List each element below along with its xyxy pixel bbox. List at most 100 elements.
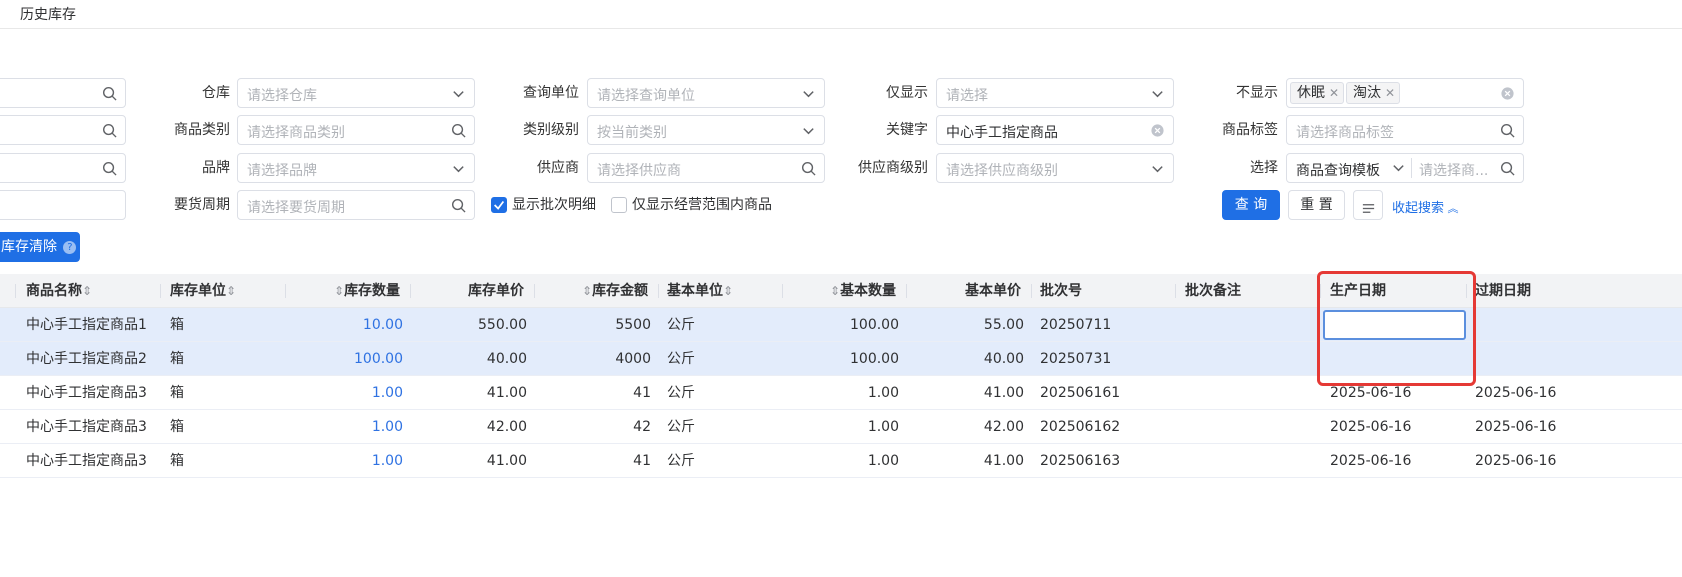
cell-name: 中心手工指定商品3 — [26, 453, 147, 469]
keyword-label: 关键字 — [886, 122, 928, 138]
brand-select[interactable]: 请选择品牌 — [237, 153, 475, 183]
query-button[interactable]: 查 询 — [1222, 190, 1280, 220]
chevron-down-icon[interactable] — [1391, 160, 1406, 175]
hide-label: 不显示 — [1236, 85, 1278, 101]
search-icon[interactable] — [102, 123, 117, 138]
supplier-label: 供应商 — [537, 160, 579, 176]
cell-stock-price: 42.00 — [486, 419, 527, 435]
search-icon[interactable] — [102, 86, 117, 101]
category-placeholder: 请选择商品类别 — [247, 125, 345, 141]
cell-stock-qty[interactable]: 100.00 — [300, 342, 403, 376]
check-icon[interactable] — [491, 197, 507, 213]
replenish-cycle-label: 要货周期 — [174, 197, 230, 213]
clear-icon[interactable] — [1500, 86, 1515, 101]
sort-icon[interactable]: ⇕ — [82, 284, 92, 298]
columns-settings-button[interactable] — [1353, 190, 1383, 220]
supplier-level-select[interactable]: 请选择供应商级别 — [936, 153, 1174, 183]
cell-stock-qty[interactable]: 1.00 — [300, 410, 403, 444]
replenish-cycle-input[interactable]: 请选择要货周期 — [237, 190, 475, 220]
col-stock-price[interactable]: 库存单价 — [468, 274, 524, 308]
question-icon[interactable]: ? — [63, 240, 77, 254]
product-tag-input[interactable]: 请选择商品标签 — [1286, 115, 1524, 145]
category-label: 商品类别 — [174, 122, 230, 138]
query-unit-select[interactable]: 请选择查询单位 — [587, 78, 825, 108]
hide-tag-label: 休眠 — [1297, 85, 1325, 101]
left-filter-input-4[interactable] — [0, 190, 126, 220]
col-base-unit[interactable]: 基本单位⇕ — [667, 274, 733, 308]
cell-production-date[interactable]: 2025-06-16 — [1330, 444, 1411, 478]
table-row[interactable]: 中心手工指定商品3 箱 1.00 41.00 41 公斤 1.00 41.00 … — [0, 444, 1682, 478]
col-stock-qty[interactable]: ⇕库存数量 — [334, 274, 400, 308]
cell-base-qty: 1.00 — [867, 419, 899, 435]
query-unit-placeholder: 请选择查询单位 — [597, 88, 695, 104]
reset-button[interactable]: 重 置 — [1288, 190, 1345, 220]
cell-base-qty: 1.00 — [867, 453, 899, 469]
col-name[interactable]: 商品名称⇕ — [26, 274, 92, 308]
cell-stock-qty[interactable]: 1.00 — [300, 376, 403, 410]
warehouse-select[interactable]: 请选择仓库 — [237, 78, 475, 108]
cell-stock-qty[interactable]: 1.00 — [300, 444, 403, 478]
col-expiry-date[interactable]: 过期日期 — [1475, 274, 1531, 308]
left-filter-input-2[interactable] — [0, 115, 126, 145]
chevron-down-icon — [801, 123, 816, 138]
col-base-qty[interactable]: ⇕基本数量 — [830, 274, 896, 308]
sort-icon[interactable]: ⇕ — [582, 284, 592, 298]
collapse-search-link[interactable]: 收起搜索 ︽ — [1392, 197, 1459, 216]
search-icon[interactable] — [1500, 123, 1515, 138]
supplier-level-placeholder: 请选择供应商级别 — [946, 163, 1058, 179]
cell-expiry-date: 2025-06-16 — [1475, 385, 1557, 401]
category-level-select[interactable]: 按当前类别 — [587, 115, 825, 145]
sort-icon[interactable]: ⇕ — [830, 284, 840, 298]
cell-base-price: 55.00 — [983, 317, 1024, 333]
cell-production-date[interactable]: 2025-06-16 — [1330, 410, 1411, 444]
col-stock-qty-label: 库存数量 — [344, 283, 401, 299]
cell-base-price: 41.00 — [983, 453, 1024, 469]
search-icon[interactable] — [451, 123, 466, 138]
warehouse-placeholder: 请选择仓库 — [247, 88, 317, 104]
search-icon[interactable] — [1500, 161, 1515, 176]
only-business-scope-checkbox[interactable]: 仅显示经营范围内商品 — [611, 195, 786, 215]
left-filter-input-1[interactable] — [0, 78, 126, 108]
clear-stock-button[interactable]: 库存清除 ? — [0, 232, 80, 262]
clear-icon[interactable] — [1150, 123, 1165, 138]
col-stock-unit[interactable]: 库存单位⇕ — [170, 274, 236, 308]
column-divider — [285, 284, 286, 298]
search-icon[interactable] — [451, 198, 466, 213]
show-batch-detail-label: 显示批次明细 — [512, 197, 596, 213]
col-stock-amount-label: 库存金额 — [592, 283, 649, 299]
product-tag-label: 商品标签 — [1222, 122, 1278, 138]
cell-name: 中心手工指定商品2 — [26, 351, 147, 367]
supplier-input[interactable]: 请选择供应商 — [587, 153, 825, 183]
col-base-price[interactable]: 基本单价 — [965, 274, 1021, 308]
chevron-down-icon — [451, 161, 466, 176]
show-batch-detail-checkbox[interactable]: 显示批次明细 — [491, 195, 606, 215]
col-name-label: 商品名称 — [26, 283, 82, 299]
table-row[interactable]: 中心手工指定商品3 箱 1.00 42.00 42 公斤 1.00 42.00 … — [0, 410, 1682, 444]
template-search-placeholder: 请选择商... — [1419, 163, 1489, 179]
cell-expiry-date: 2025-06-16 — [1475, 453, 1557, 469]
checkbox-box[interactable] — [611, 197, 627, 213]
sort-icon[interactable]: ⇕ — [226, 284, 236, 298]
search-icon[interactable] — [102, 161, 117, 176]
category-input[interactable]: 请选择商品类别 — [237, 115, 475, 145]
cell-stock-unit: 箱 — [170, 351, 184, 367]
col-stock-amount[interactable]: ⇕库存金额 — [582, 274, 648, 308]
page-tab[interactable]: 历史库存 — [20, 4, 76, 24]
template-select-value[interactable]: 商品查询模板 — [1296, 160, 1380, 180]
sort-icon[interactable]: ⇕ — [334, 284, 344, 298]
cell-stock-qty[interactable]: 10.00 — [300, 308, 403, 342]
template-select-group[interactable]: 商品查询模板 请选择商... — [1286, 153, 1524, 183]
hide-multiselect[interactable]: 休眠 ✕ 淘汰 ✕ — [1286, 78, 1524, 108]
keyword-input[interactable]: 中心手工指定商品 — [936, 115, 1174, 145]
close-icon[interactable]: ✕ — [1329, 83, 1339, 103]
only-show-select[interactable]: 请选择 — [936, 78, 1174, 108]
cell-stock-price: 550.00 — [478, 317, 527, 333]
col-batch-note[interactable]: 批次备注 — [1185, 274, 1241, 308]
col-batch-no[interactable]: 批次号 — [1040, 274, 1082, 308]
col-stock-unit-label: 库存单位 — [170, 283, 226, 299]
sort-icon[interactable]: ⇕ — [723, 284, 733, 298]
close-icon[interactable]: ✕ — [1385, 83, 1395, 103]
collapse-search-label: 收起搜索 — [1392, 201, 1445, 216]
left-filter-input-3[interactable] — [0, 153, 126, 183]
search-icon[interactable] — [801, 161, 816, 176]
